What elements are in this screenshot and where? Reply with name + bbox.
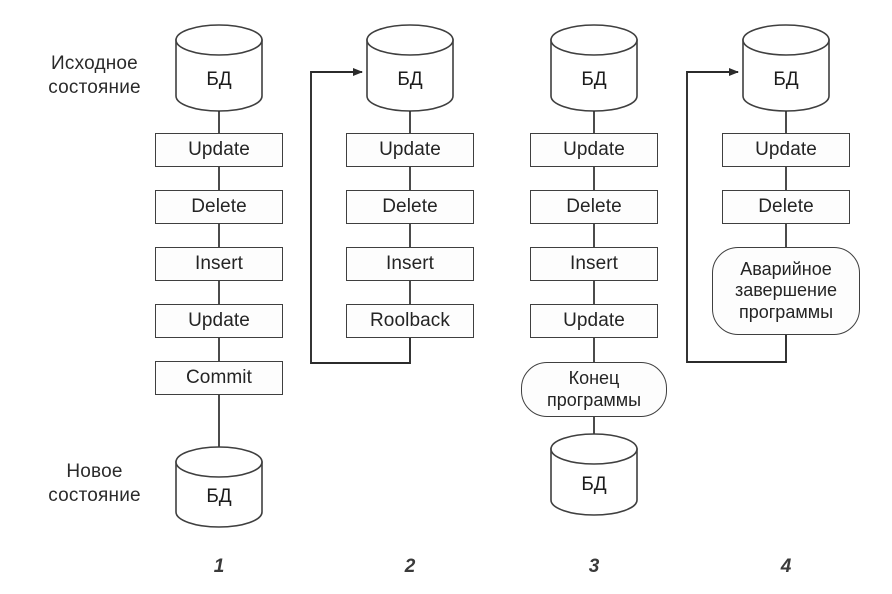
db-label-top-col4: БД bbox=[773, 69, 799, 90]
db-label-bottom-col3: БД bbox=[581, 474, 607, 495]
db-label-top-col1: БД bbox=[206, 69, 232, 90]
step-box-col2-3[interactable]: Insert bbox=[346, 247, 474, 281]
step-box-col1-2[interactable]: Delete bbox=[155, 190, 283, 224]
step-box-col1-1[interactable]: Update bbox=[155, 133, 283, 167]
column-number-1: 1 bbox=[213, 556, 225, 577]
column-number-3: 3 bbox=[588, 556, 600, 577]
step-box-col3-4[interactable]: Update bbox=[530, 304, 658, 338]
database-cylinder-top-col2 bbox=[366, 24, 454, 112]
db-label-top-col2: БД bbox=[397, 69, 423, 90]
step-box-col2-2[interactable]: Delete bbox=[346, 190, 474, 224]
step-box-col1-3[interactable]: Insert bbox=[155, 247, 283, 281]
label-new-state: Новое состояние bbox=[48, 461, 141, 507]
step-box-col2-4[interactable]: Roolback bbox=[346, 304, 474, 338]
step-box-col4-2[interactable]: Delete bbox=[722, 190, 850, 224]
database-cylinder-top-col1 bbox=[175, 24, 263, 112]
step-box-col4-1[interactable]: Update bbox=[722, 133, 850, 167]
database-cylinder-top-col3 bbox=[550, 24, 638, 112]
step-box-col1-5[interactable]: Commit bbox=[155, 361, 283, 395]
terminator-box-col4[interactable]: Аварийное завершение программы bbox=[712, 247, 860, 335]
column-number-4: 4 bbox=[780, 556, 792, 577]
db-label-top-col3: БД bbox=[581, 69, 607, 90]
diagram-canvas: Исходное состояние Новое состояние БД БД… bbox=[0, 0, 892, 594]
step-box-col3-2[interactable]: Delete bbox=[530, 190, 658, 224]
db-label-bottom-col1: БД bbox=[206, 486, 232, 507]
step-box-col3-3[interactable]: Insert bbox=[530, 247, 658, 281]
column-number-2: 2 bbox=[404, 556, 416, 577]
label-initial-state: Исходное состояние bbox=[48, 53, 141, 99]
terminator-box-col3[interactable]: Конец программы bbox=[521, 362, 667, 417]
database-cylinder-top-col4 bbox=[742, 24, 830, 112]
step-box-col3-1[interactable]: Update bbox=[530, 133, 658, 167]
step-box-col1-4[interactable]: Update bbox=[155, 304, 283, 338]
step-box-col2-1[interactable]: Update bbox=[346, 133, 474, 167]
